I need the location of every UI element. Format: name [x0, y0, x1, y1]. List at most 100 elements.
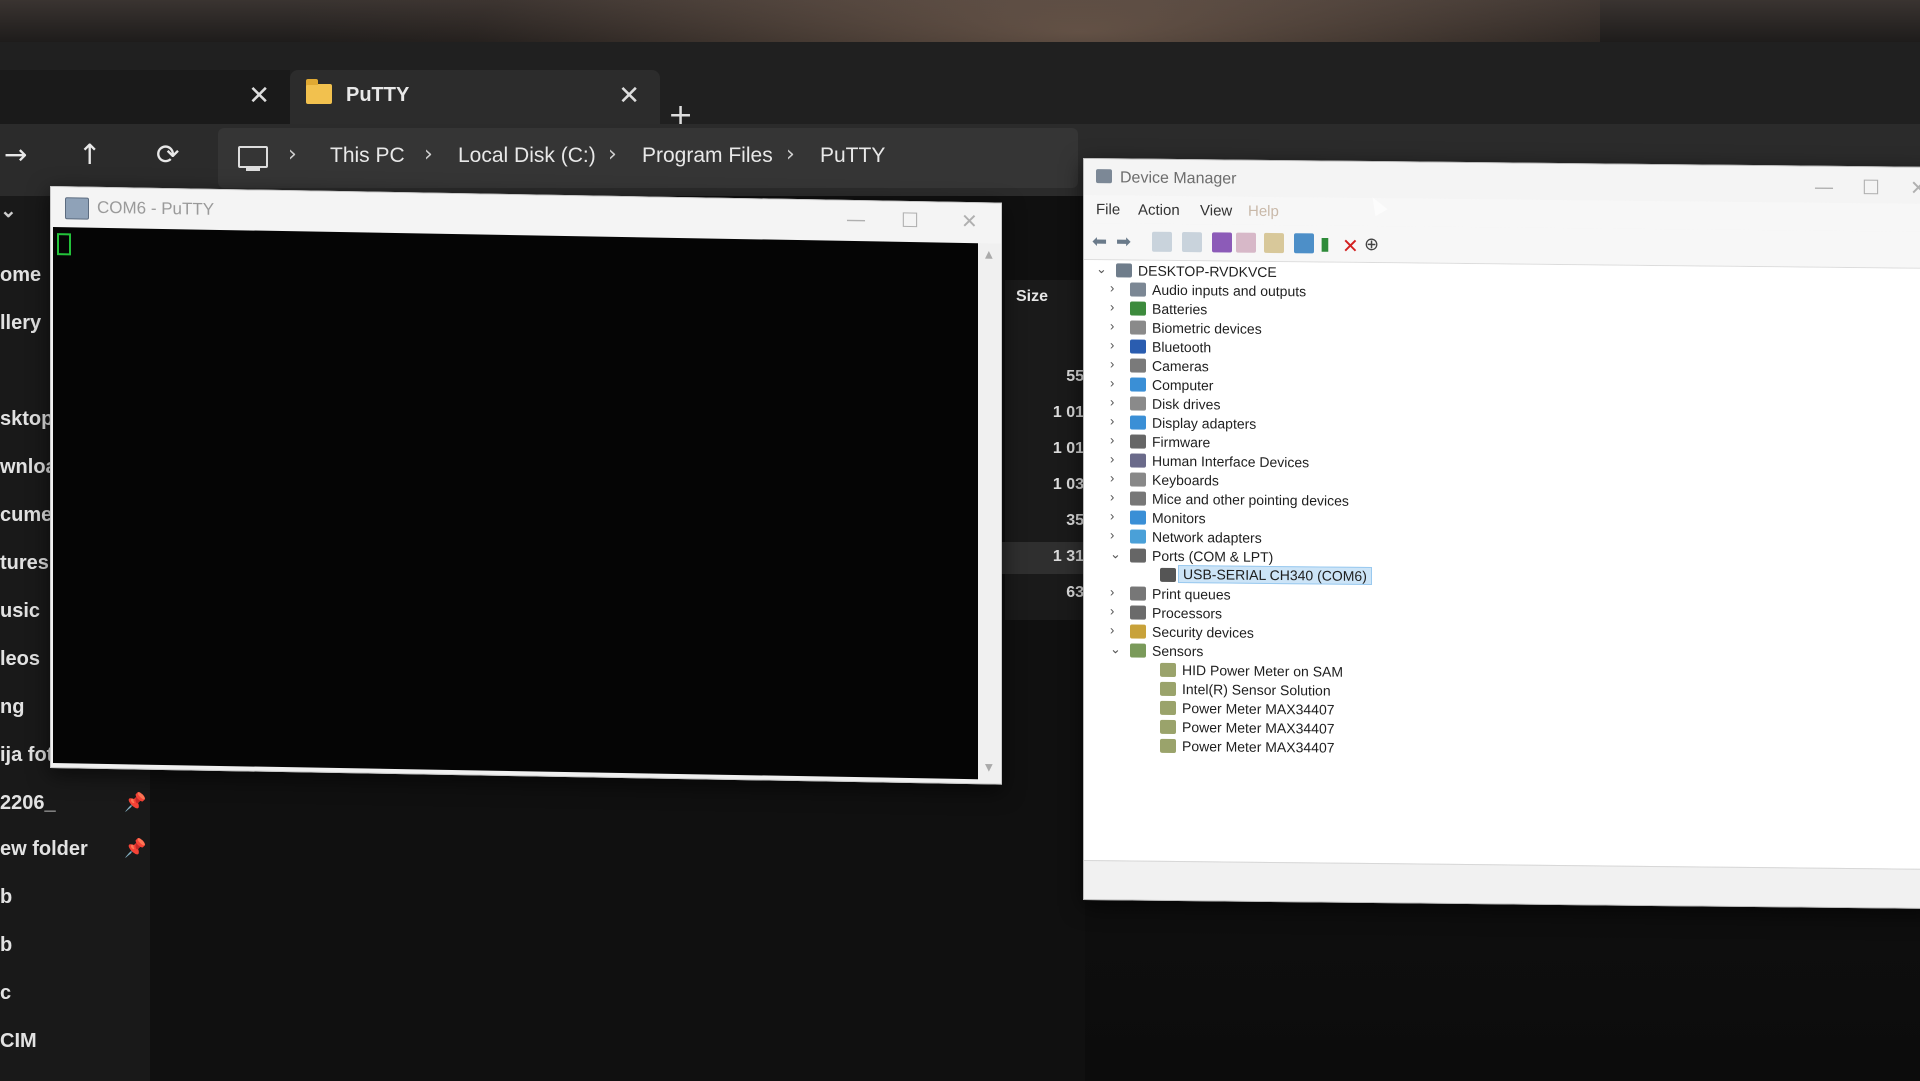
forward-icon[interactable]: →	[4, 138, 27, 171]
chevron-right-icon[interactable]: ›	[1110, 584, 1124, 599]
uninstall-icon[interactable]: ✕	[1342, 234, 1362, 258]
breadcrumb-this-pc[interactable]: This PC	[330, 144, 405, 168]
chevron-right-icon[interactable]: ›	[1110, 508, 1124, 523]
sidebar-item[interactable]: c	[0, 982, 11, 1005]
sidebar-item[interactable]: tures	[0, 552, 49, 575]
sidebar-item[interactable]: sktop	[0, 408, 53, 431]
tab-previous[interactable]: ✕	[0, 70, 290, 124]
chevron-right-icon[interactable]: ›	[1110, 280, 1124, 295]
size-column-header[interactable]: Size	[1016, 288, 1048, 306]
chevron-down-icon[interactable]: ⌄	[1110, 546, 1124, 562]
file-size: 1 01	[1052, 440, 1084, 457]
putty-terminal[interactable]	[53, 227, 978, 780]
refresh-icon[interactable]: ⟳	[156, 138, 179, 171]
sidebar-item[interactable]: 2206_	[0, 792, 56, 815]
device-label: Power Meter MAX34407	[1182, 700, 1335, 718]
chevron-right-icon[interactable]: ›	[1110, 318, 1124, 333]
scroll-down-icon[interactable]: ▼	[985, 762, 993, 773]
device-icon	[1130, 377, 1146, 392]
device-label: Print queues	[1152, 585, 1231, 603]
chevron-right-icon[interactable]: ›	[1110, 603, 1124, 618]
sidebar-item[interactable]: llery	[0, 312, 41, 335]
scroll-up-icon[interactable]: ▲	[985, 249, 993, 260]
chevron-right-icon[interactable]: ›	[1110, 337, 1124, 352]
sidebar-item[interactable]: b	[0, 886, 12, 909]
chevron-right-icon[interactable]: ›	[1110, 622, 1124, 637]
device-icon	[1160, 681, 1176, 696]
sidebar-item[interactable]: usic	[0, 600, 40, 623]
computer-icon	[1116, 263, 1132, 278]
photographed-screen: ✕ PuTTY ✕ + → ↑ ⟳ › This PC › Local Disk…	[0, 0, 1920, 1081]
chevron-right-icon[interactable]: ›	[1110, 489, 1124, 504]
chevron-right-icon[interactable]: ›	[1110, 527, 1124, 542]
sidebar-item[interactable]: b	[0, 934, 12, 957]
chevron-right-icon[interactable]: ›	[1110, 356, 1124, 371]
address-bar[interactable]: › This PC › Local Disk (C:) › Program Fi…	[218, 128, 1078, 188]
putty-scrollbar[interactable]: ▲ ▼	[979, 243, 999, 780]
pin-icon[interactable]: 📌	[124, 792, 146, 813]
scan-hardware-icon[interactable]	[1294, 233, 1314, 254]
update-driver-icon[interactable]	[1264, 232, 1284, 254]
view-icon[interactable]	[1236, 232, 1256, 253]
breadcrumb-program-files[interactable]: Program Files	[642, 144, 773, 168]
chevron-right-icon[interactable]: ›	[1110, 432, 1124, 447]
chevron-down-icon[interactable]: ⌄	[0, 198, 17, 223]
close-icon[interactable]: ✕	[1910, 176, 1920, 200]
device-label: Mice and other pointing devices	[1152, 490, 1349, 509]
minimize-icon[interactable]: —	[1814, 175, 1834, 199]
device-label: Audio inputs and outputs	[1152, 281, 1307, 300]
chevron-right-icon[interactable]: ›	[1110, 451, 1124, 466]
device-icon	[1130, 415, 1146, 430]
chevron-down-icon[interactable]: ⌄	[1110, 641, 1124, 657]
chevron-right-icon[interactable]: ›	[1110, 413, 1124, 428]
chevron-right-icon[interactable]: ›	[1110, 470, 1124, 485]
device-icon	[1130, 339, 1146, 354]
sidebar-item[interactable]: ng	[0, 696, 24, 719]
properties-icon[interactable]	[1182, 232, 1202, 253]
device-label: Human Interface Devices	[1152, 452, 1310, 471]
menu-view[interactable]: View	[1200, 202, 1232, 219]
menu-help[interactable]: Help	[1248, 203, 1279, 220]
up-icon[interactable]: ↑	[78, 138, 101, 171]
sidebar-item[interactable]: ija fot	[0, 744, 53, 767]
chevron-right-icon[interactable]: ›	[1110, 394, 1124, 409]
menu-action[interactable]: Action	[1138, 202, 1180, 219]
file-size: 1 03	[1052, 476, 1084, 493]
sidebar-item[interactable]: leos	[0, 648, 40, 671]
tab-putty[interactable]: PuTTY ✕	[290, 70, 660, 124]
maximize-icon[interactable]: ☐	[1862, 175, 1880, 199]
pin-icon[interactable]: 📌	[124, 838, 146, 859]
minimize-icon[interactable]: —	[846, 207, 866, 231]
help-icon[interactable]	[1212, 232, 1232, 253]
terminal-cursor	[57, 233, 71, 256]
device-label: Bluetooth	[1152, 338, 1212, 356]
device-icon	[1130, 529, 1146, 544]
forward-icon[interactable]: ➡	[1116, 231, 1136, 252]
device-manager-title: Device Manager	[1120, 169, 1237, 188]
close-icon[interactable]: ✕	[961, 209, 978, 233]
chevron-right-icon[interactable]: ›	[1110, 375, 1124, 390]
device-icon	[1130, 605, 1146, 620]
close-tab-icon[interactable]: ✕	[248, 80, 270, 111]
chevron-right-icon[interactable]: ›	[1110, 299, 1124, 314]
sidebar-item[interactable]: wnloa	[0, 456, 57, 479]
device-label: Cameras	[1152, 357, 1209, 375]
sidebar-item[interactable]: ome	[0, 264, 41, 287]
sidebar-item[interactable]: cume	[0, 504, 52, 527]
back-icon[interactable]: ⬅	[1092, 231, 1112, 252]
device-icon	[1160, 719, 1176, 734]
sidebar-item[interactable]: ew folder	[0, 838, 88, 861]
chevron-down-icon[interactable]: ⌄	[1096, 261, 1110, 277]
menu-file[interactable]: File	[1096, 201, 1120, 218]
sidebar-item[interactable]: CIM	[0, 1030, 37, 1053]
device-icon	[1130, 396, 1146, 411]
download-icon[interactable]: ⊕	[1364, 234, 1384, 255]
close-tab-icon[interactable]: ✕	[618, 80, 640, 111]
enable-device-icon[interactable]: ▮	[1320, 233, 1340, 254]
maximize-icon[interactable]: ☐	[901, 208, 919, 232]
breadcrumb-local-disk[interactable]: Local Disk (C:)	[458, 144, 596, 168]
device-manager-window: Device Manager — ☐ ✕ File Action View He…	[1083, 158, 1920, 909]
show-hide-tree-icon[interactable]	[1152, 231, 1172, 252]
device-label: Keyboards	[1152, 471, 1219, 489]
breadcrumb-putty[interactable]: PuTTY	[820, 144, 885, 168]
